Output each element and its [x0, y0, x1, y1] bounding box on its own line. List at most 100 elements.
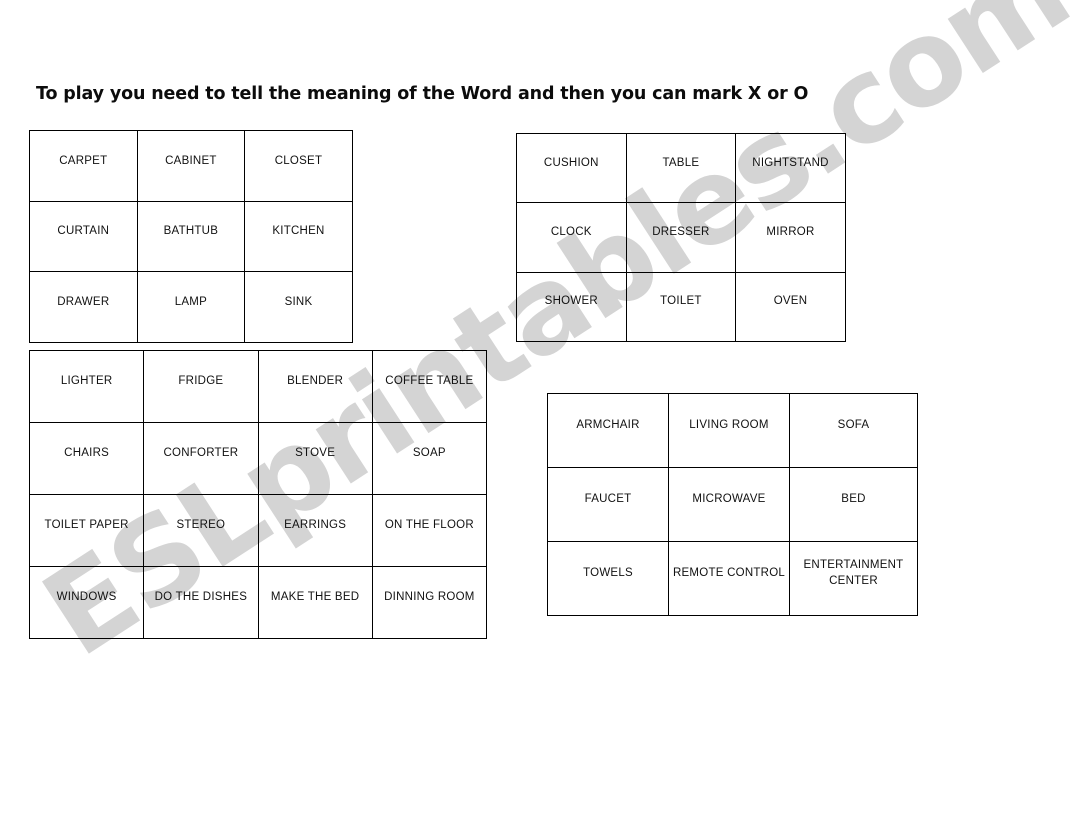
bingo-cell-label: LIGHTER	[60, 375, 113, 388]
bingo-cell[interactable]: CABINET	[136, 130, 246, 202]
bingo-cell-label: FAUCET	[584, 493, 632, 506]
bingo-cell-label: CHAIRS	[64, 447, 110, 460]
page-title: To play you need to tell the meaning of …	[36, 84, 809, 104]
bingo-cell-label: REMOTE CONTROL	[672, 567, 786, 580]
bingo-cell[interactable]: DRAWER	[29, 271, 138, 343]
bingo-cell-label: TOILET	[660, 295, 702, 308]
bingo-cell[interactable]: CUSHION	[516, 132, 627, 204]
bingo-cell-label: DRESSER	[652, 226, 710, 239]
bingo-cell-label: CONFORTER	[163, 447, 239, 460]
bingo-row: CLOCK DRESSER MIRROR	[516, 202, 846, 273]
bingo-cell-label: FRIDGE	[178, 375, 224, 388]
bingo-card-2: CUSHION TABLE NIGHTSTAND CLOCK DRESSER MIRROR…	[516, 132, 846, 342]
bingo-cell-label: LIVING ROOM	[689, 419, 769, 432]
bingo-cell[interactable]: DO THE DISHES	[143, 566, 259, 639]
bingo-cell[interactable]: TOILET	[625, 271, 737, 342]
bingo-cell-label: NIGHTSTAND	[752, 156, 829, 169]
bingo-row: FAUCET MICROWAVE BED	[547, 467, 918, 542]
bingo-cell[interactable]: EARRINGS	[257, 494, 373, 567]
bingo-cell-label: ARMCHAIR	[576, 419, 640, 432]
bingo-cell[interactable]: KITCHEN	[244, 200, 353, 273]
bingo-cell[interactable]: FAUCET	[547, 467, 669, 542]
bingo-card-3: LIGHTER FRIDGE BLENDER COFFEE TABLE CHAIRS CO…	[28, 350, 488, 639]
bingo-cell-label: BED	[841, 493, 866, 506]
bingo-cell-label: STOVE	[295, 447, 336, 460]
bingo-row: CUSHION TABLE NIGHTSTAND	[516, 132, 846, 204]
bingo-row: TOILET PAPER STEREO EARRINGS ON THE FLOOR	[28, 494, 488, 567]
bingo-cell-label: STEREO	[176, 519, 226, 532]
bingo-cell[interactable]: STOVE	[257, 422, 373, 495]
bingo-cell[interactable]: LAMP	[136, 271, 246, 343]
bingo-cell-label: TABLE	[662, 156, 700, 169]
bingo-cell-label: SOAP	[412, 447, 446, 460]
bingo-row: DRAWER LAMP SINK	[29, 271, 353, 343]
bingo-cell-label: DINNING ROOM	[384, 591, 475, 604]
bingo-cell-label: CARPET	[59, 154, 108, 167]
bingo-cell[interactable]: CARPET	[29, 130, 138, 202]
bingo-cell[interactable]: BLENDER	[257, 350, 373, 423]
bingo-cell[interactable]: FRIDGE	[143, 350, 259, 423]
bingo-cell-label: CABINET	[165, 154, 217, 167]
bingo-cell[interactable]: SOFA	[789, 393, 918, 468]
bingo-cell[interactable]: ENTERTAINMENT CENTER	[789, 541, 918, 616]
bingo-cell-label: KITCHEN	[272, 225, 325, 238]
bingo-cell-label: WINDOWS	[56, 591, 117, 604]
bingo-cell[interactable]: CONFORTER	[143, 422, 259, 495]
bingo-cell-label: MAKE THE BED	[270, 591, 360, 604]
bingo-row: CARPET CABINET CLOSET	[29, 130, 353, 202]
bingo-cell[interactable]: MAKE THE BED	[257, 566, 373, 639]
bingo-cell[interactable]: CLOCK	[516, 202, 627, 273]
bingo-row: WINDOWS DO THE DISHES MAKE THE BED DINNING …	[28, 566, 488, 639]
bingo-cell[interactable]: LIVING ROOM	[668, 393, 790, 468]
bingo-cell[interactable]: CURTAIN	[29, 200, 138, 273]
bingo-cell[interactable]: REMOTE CONTROL	[668, 541, 790, 616]
bingo-row: SHOWER TOILET OVEN	[516, 271, 846, 342]
bingo-cell[interactable]: SOAP	[371, 422, 488, 495]
bingo-cell-label: SOFA	[837, 419, 870, 432]
bingo-cell[interactable]: COFFEE TABLE	[371, 350, 488, 423]
bingo-row: ARMCHAIR LIVING ROOM SOFA	[547, 393, 918, 468]
bingo-cell[interactable]: OVEN	[735, 271, 846, 342]
worksheet-page: ESLprintables.com To play you need to te…	[0, 0, 1086, 838]
bingo-cell-label: COFFEE TABLE	[385, 375, 474, 388]
bingo-card-4: ARMCHAIR LIVING ROOM SOFA FAUCET MICROWAVE BE…	[547, 393, 918, 616]
bingo-cell-label: LAMP	[174, 295, 208, 308]
bingo-cell-label: EARRINGS	[284, 519, 347, 532]
bingo-cell[interactable]: ARMCHAIR	[547, 393, 669, 468]
bingo-cell-label: TOWELS	[583, 567, 633, 580]
bingo-cell-label: ON THE FLOOR	[384, 519, 474, 532]
bingo-cell[interactable]: MIRROR	[735, 202, 846, 273]
bingo-cell[interactable]: CLOSET	[244, 130, 353, 202]
bingo-cell[interactable]: WINDOWS	[28, 566, 145, 639]
bingo-row: CHAIRS CONFORTER STOVE SOAP	[28, 422, 488, 495]
bingo-cell[interactable]: NIGHTSTAND	[735, 132, 846, 204]
bingo-cell-label: ENTERTAINMENT CENTER	[803, 559, 904, 587]
bingo-cell[interactable]: TABLE	[625, 132, 737, 204]
bingo-cell-label: CURTAIN	[57, 225, 110, 238]
bingo-cell-label: MICROWAVE	[692, 493, 766, 506]
bingo-cell[interactable]: CHAIRS	[28, 422, 145, 495]
bingo-cell[interactable]: SHOWER	[516, 271, 627, 342]
bingo-cell[interactable]: DRESSER	[625, 202, 737, 273]
bingo-row: TOWELS REMOTE CONTROL ENTERTAINMENT CENTER	[547, 541, 918, 616]
bingo-cell-label: CUSHION	[543, 156, 599, 169]
bingo-cell-label: TOILET PAPER	[44, 519, 129, 532]
bingo-cell[interactable]: SINK	[244, 271, 353, 343]
bingo-cell[interactable]: TOWELS	[547, 541, 669, 616]
bingo-cell-label: SHOWER	[544, 295, 598, 308]
bingo-cell[interactable]: BATHTUB	[136, 200, 246, 273]
bingo-cell[interactable]: LIGHTER	[28, 350, 145, 423]
bingo-cell[interactable]: ON THE FLOOR	[371, 494, 488, 567]
bingo-cell-label: DRAWER	[57, 295, 110, 308]
bingo-cell[interactable]: TOILET PAPER	[28, 494, 145, 567]
bingo-cell[interactable]: BED	[789, 467, 918, 542]
bingo-cell-label: CLOSET	[274, 154, 323, 167]
bingo-cell-label: OVEN	[773, 295, 808, 308]
bingo-row: CURTAIN BATHTUB KITCHEN	[29, 200, 353, 273]
bingo-cell[interactable]: DINNING ROOM	[371, 566, 488, 639]
bingo-card-1: CARPET CABINET CLOSET CURTAIN BATHTUB KITCHEN…	[29, 130, 353, 343]
bingo-cell-label: MIRROR	[766, 226, 815, 239]
bingo-cell[interactable]: STEREO	[143, 494, 259, 567]
bingo-cell-label: CLOCK	[550, 226, 592, 239]
bingo-cell[interactable]: MICROWAVE	[668, 467, 790, 542]
